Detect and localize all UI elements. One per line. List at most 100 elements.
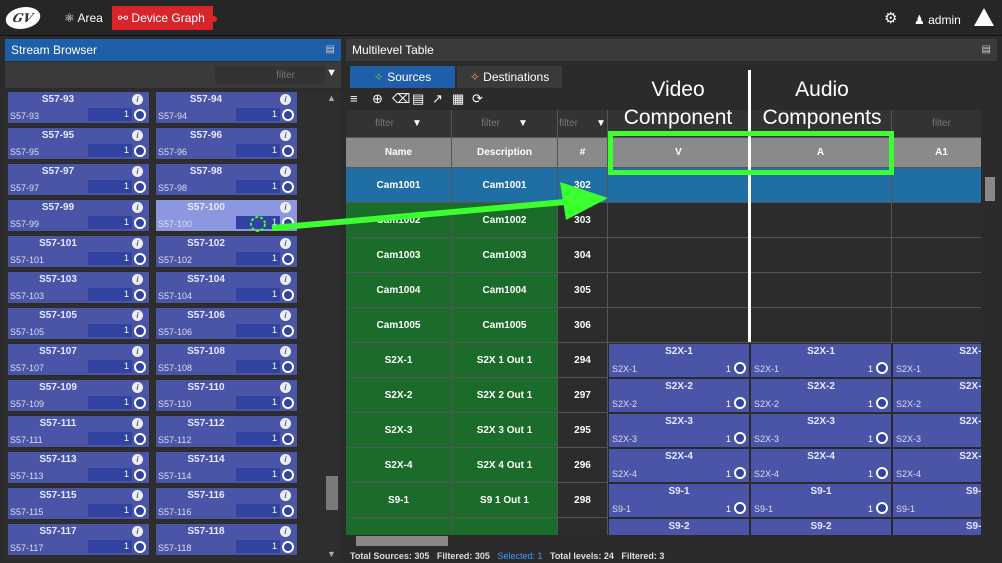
filter-icon[interactable]: ▼ [326, 67, 337, 79]
column-header[interactable]: Description [452, 138, 558, 168]
info-icon[interactable]: i [132, 382, 143, 393]
tab-destinations[interactable]: ✧ Destinations [457, 66, 562, 88]
info-icon[interactable]: i [132, 94, 143, 105]
info-icon[interactable]: i [280, 490, 291, 501]
stream-assignment[interactable]: S2X-3 S2X-3 1 [608, 413, 750, 448]
level-cell[interactable] [892, 308, 981, 343]
row-name[interactable]: S2X-4 [346, 448, 452, 483]
connect-icon[interactable] [734, 432, 746, 444]
column-header[interactable]: A1 [892, 138, 981, 168]
level-cell[interactable] [750, 203, 892, 238]
connect-icon[interactable] [134, 253, 146, 265]
stream-tile[interactable]: S57-103 i S57-103 1 [7, 271, 150, 304]
row-description[interactable]: Cam1005 [452, 308, 558, 343]
info-icon[interactable]: i [280, 130, 291, 141]
level-cell[interactable] [608, 308, 750, 343]
scrollbar-thumb[interactable] [326, 476, 338, 510]
panel-menu-icon[interactable]: ▤ [982, 39, 991, 61]
stream-assignment[interactable]: S2X-2 S2X-2 [892, 378, 981, 413]
row-description[interactable]: S2X 3 Out 1 [452, 413, 558, 448]
grid-vertical-scrollbar[interactable] [983, 165, 997, 537]
row-name[interactable]: Cam1003 [346, 238, 452, 273]
row-description[interactable]: S2X 1 Out 1 [452, 343, 558, 378]
level-cell[interactable] [608, 203, 750, 238]
stream-tile[interactable]: S57-94 i S57-94 1 [155, 91, 298, 124]
stream-assignment[interactable]: S2X-2 S2X-2 1 [750, 378, 892, 413]
connect-icon[interactable] [282, 397, 294, 409]
row-name[interactable]: Cam1002 [346, 203, 452, 238]
column-filter[interactable]: filter ▼ [558, 110, 608, 138]
gv-logo[interactable]: GV [3, 7, 43, 29]
connect-icon[interactable] [134, 541, 146, 553]
stream-tile[interactable]: S57-110 i S57-110 1 [155, 379, 298, 412]
stream-tile[interactable]: S57-108 i S57-108 1 [155, 343, 298, 376]
connect-icon[interactable] [282, 433, 294, 445]
stream-tile[interactable]: S57-109 i S57-109 1 [7, 379, 150, 412]
connect-icon[interactable] [734, 467, 746, 479]
level-cell[interactable] [892, 203, 981, 238]
stream-tile[interactable]: S57-105 i S57-105 1 [7, 307, 150, 340]
row-name[interactable]: S2X-1 [346, 343, 452, 378]
row-name[interactable]: S9-1 [346, 483, 452, 518]
level-cell[interactable] [750, 273, 892, 308]
stream-assignment[interactable]: S9-1 S9-1 [892, 483, 981, 518]
stream-tile[interactable]: S57-118 i S57-118 1 [155, 523, 298, 556]
row-name[interactable] [346, 518, 452, 535]
stream-assignment[interactable]: S2X-1 S2X-1 1 [750, 343, 892, 378]
row-description[interactable]: S2X 2 Out 1 [452, 378, 558, 413]
stream-tile[interactable]: S57-104 i S57-104 1 [155, 271, 298, 304]
connect-icon[interactable] [282, 469, 294, 481]
column-header[interactable]: Name [346, 138, 452, 168]
stream-tile[interactable]: S57-102 i S57-102 1 [155, 235, 298, 268]
stream-tile[interactable]: S57-112 i S57-112 1 [155, 415, 298, 448]
level-cell[interactable] [892, 238, 981, 273]
stream-assignment[interactable]: S2X-4 S2X-4 1 [750, 448, 892, 483]
info-icon[interactable]: i [132, 310, 143, 321]
filter-icon[interactable]: ▼ [596, 118, 606, 129]
connect-icon[interactable] [282, 253, 294, 265]
connect-icon[interactable] [734, 362, 746, 374]
export-icon[interactable]: ↗ [432, 91, 443, 107]
connect-icon[interactable] [134, 361, 146, 373]
info-icon[interactable]: i [132, 130, 143, 141]
info-icon[interactable]: i [280, 94, 291, 105]
filter-icon[interactable]: ▼ [412, 118, 422, 129]
connect-icon[interactable] [134, 217, 146, 229]
connect-icon[interactable] [876, 432, 888, 444]
connect-icon[interactable] [282, 217, 294, 229]
connect-icon[interactable] [282, 325, 294, 337]
stream-browser-scrollbar[interactable]: ▲ ▼ [324, 91, 341, 561]
column-filter[interactable]: filter ▼ [346, 110, 452, 138]
scroll-down-icon[interactable]: ▼ [327, 549, 336, 559]
stream-tile[interactable]: S57-114 i S57-114 1 [155, 451, 298, 484]
stream-assignment[interactable]: S9-2S9-2 [892, 518, 981, 535]
location-pin-icon[interactable]: ● [210, 8, 218, 28]
alarm-icon[interactable] [974, 8, 994, 26]
stream-assignment[interactable]: S9-1 S9-1 1 [750, 483, 892, 518]
connect-icon[interactable] [282, 109, 294, 121]
stream-tile[interactable]: S57-99 i S57-99 1 [7, 199, 150, 232]
info-icon[interactable]: i [280, 454, 291, 465]
stream-tile[interactable]: S57-111 i S57-111 1 [7, 415, 150, 448]
connect-icon[interactable] [134, 325, 146, 337]
connect-icon[interactable] [134, 433, 146, 445]
device-graph-nav[interactable]: ⚯ Device Graph [112, 6, 213, 30]
tab-sources[interactable]: ✧ Sources [350, 66, 455, 88]
connect-icon[interactable] [876, 502, 888, 514]
info-icon[interactable]: i [280, 202, 291, 213]
connect-icon[interactable] [734, 397, 746, 409]
row-name[interactable]: Cam1004 [346, 273, 452, 308]
stream-assignment[interactable]: S9-2S9-21 [750, 518, 892, 535]
stream-tile[interactable]: S57-101 i S57-101 1 [7, 235, 150, 268]
column-filter[interactable]: filter [892, 110, 981, 138]
stream-tile[interactable]: S57-113 i S57-113 1 [7, 451, 150, 484]
connect-icon[interactable] [134, 397, 146, 409]
info-icon[interactable]: i [280, 418, 291, 429]
info-icon[interactable]: i [132, 166, 143, 177]
stream-tile[interactable]: S57-95 i S57-95 1 [7, 127, 150, 160]
grid-horizontal-scrollbar[interactable] [346, 535, 997, 547]
info-icon[interactable]: i [280, 526, 291, 537]
info-icon[interactable]: i [132, 238, 143, 249]
stream-tile[interactable]: S57-93 i S57-93 1 [7, 91, 150, 124]
grid-icon[interactable]: ▦ [452, 91, 464, 107]
